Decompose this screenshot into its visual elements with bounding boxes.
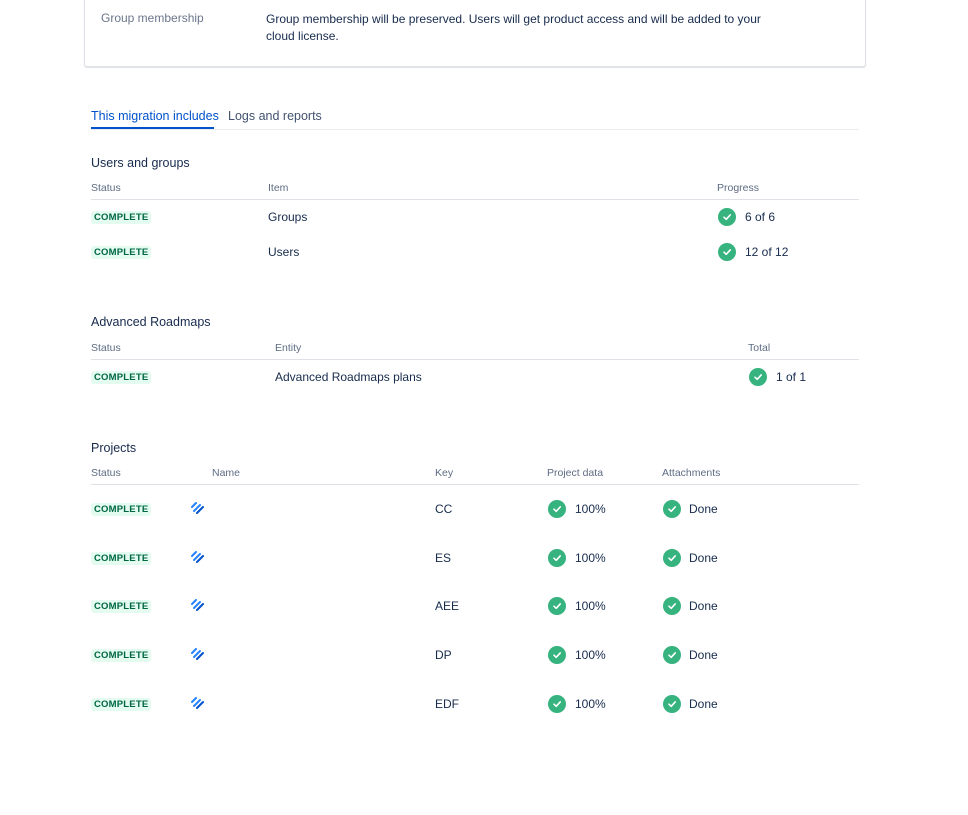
entity-name: Advanced Roadmaps plans [275,370,422,384]
group-membership-label: Group membership [101,11,204,25]
check-circle-icon [718,208,736,226]
check-circle-icon [548,646,566,664]
users-groups-progress-header: Progress [717,182,760,194]
status-lozenge: COMPLETE [91,698,152,711]
tabs-divider [91,129,859,130]
projects-name-header: Name [212,467,241,479]
project-key: EDF [435,697,459,711]
project-data-value: 100% [575,551,606,565]
attachments-value: Done [689,648,718,662]
progress-value: 6 of 6 [745,210,776,224]
progress-value: 12 of 12 [745,245,789,259]
check-circle-icon [718,243,736,261]
item-name: Users [268,245,300,259]
projects-title: Projects [91,441,137,455]
jira-software-project-icon [191,502,205,514]
tab-logs-and-reports[interactable]: Logs and reports [228,109,322,123]
users-groups-header-divider [91,199,859,200]
project-data-value: 100% [575,648,606,662]
jira-software-project-icon [191,551,205,563]
projects-header-divider [91,484,859,485]
group-membership-description: Group membership will be preserved. User… [266,12,761,43]
check-circle-icon [663,695,681,713]
project-data-value: 100% [575,599,606,613]
check-circle-icon [548,549,566,567]
check-circle-icon [663,549,681,567]
project-key: ES [435,551,452,565]
projects-data-header: Project data [547,467,604,479]
project-key: AEE [435,599,460,613]
check-circle-icon [548,500,566,518]
roadmaps-total-header: Total [748,342,771,354]
check-circle-icon [548,695,566,713]
roadmaps-entity-header: Entity [275,342,302,354]
users-groups-item-header: Item [268,182,289,194]
projects-status-header: Status [91,467,121,479]
roadmaps-status-header: Status [91,342,121,354]
roadmaps-title: Advanced Roadmaps [91,315,211,329]
status-lozenge: COMPLETE [91,211,152,224]
jira-software-project-icon [191,648,205,660]
status-lozenge: COMPLETE [91,552,152,565]
jira-software-project-icon [191,697,205,709]
projects-attachments-header: Attachments [662,467,721,479]
attachments-value: Done [689,599,718,613]
attachments-value: Done [689,697,718,711]
status-lozenge: COMPLETE [91,371,152,384]
status-lozenge: COMPLETE [91,246,152,259]
check-circle-icon [663,597,681,615]
users-groups-title: Users and groups [91,156,190,170]
users-groups-status-header: Status [91,182,121,194]
project-data-value: 100% [575,697,606,711]
projects-key-header: Key [435,467,454,479]
check-circle-icon [663,646,681,664]
status-lozenge: COMPLETE [91,600,152,613]
active-tab-indicator [91,127,214,129]
item-name: Groups [268,210,308,224]
total-value: 1 of 1 [776,370,807,384]
roadmaps-header-divider [91,359,859,360]
status-lozenge: COMPLETE [91,503,152,516]
check-circle-icon [749,368,767,386]
attachments-value: Done [689,502,718,516]
project-key: CC [435,502,453,516]
check-circle-icon [663,500,681,518]
project-key: DP [435,648,452,662]
status-lozenge: COMPLETE [91,649,152,662]
check-circle-icon [548,597,566,615]
attachments-value: Done [689,551,718,565]
tab-this-migration-includes[interactable]: This migration includes [91,109,219,123]
project-data-value: 100% [575,502,606,516]
jira-software-project-icon [191,599,205,611]
